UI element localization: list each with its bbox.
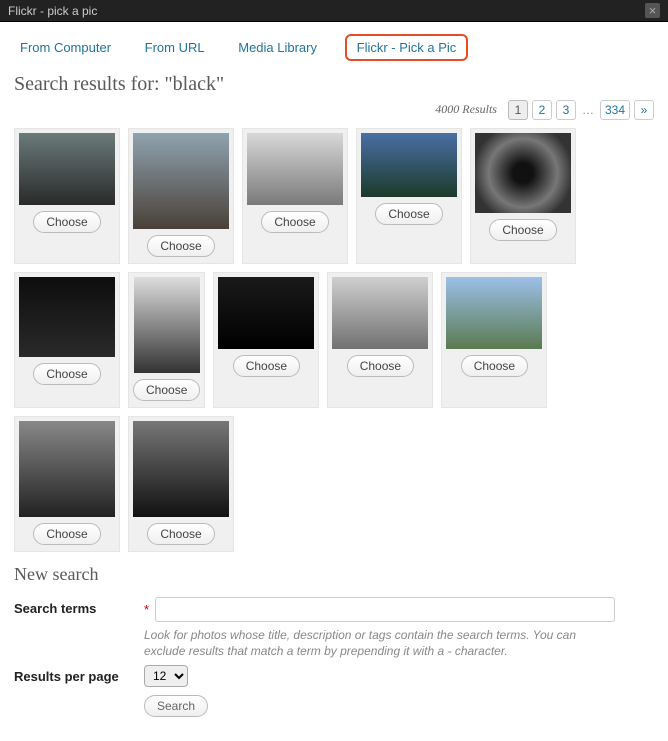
page-last[interactable]: 334: [600, 100, 630, 120]
search-button[interactable]: Search: [144, 695, 208, 717]
results-count: 4000 Results: [435, 102, 497, 116]
close-icon[interactable]: ×: [645, 3, 660, 18]
tab-media-library[interactable]: Media Library: [232, 36, 323, 59]
choose-button[interactable]: Choose: [489, 219, 556, 241]
result-thumbnail[interactable]: [446, 277, 542, 349]
choose-button[interactable]: Choose: [33, 363, 100, 385]
new-search-heading: New search: [14, 564, 654, 585]
result-card: Choose: [128, 416, 234, 552]
results-heading: Search results for: "black": [14, 73, 654, 96]
page-ellipsis: …: [580, 100, 596, 120]
upload-tabs: From Computer From URL Media Library Fli…: [0, 22, 668, 67]
result-card: Choose: [128, 128, 234, 264]
choose-button[interactable]: Choose: [147, 523, 214, 545]
titlebar: Flickr - pick a pic ×: [0, 0, 668, 22]
page-next[interactable]: »: [634, 100, 654, 120]
result-thumbnail[interactable]: [133, 133, 229, 229]
result-thumbnail[interactable]: [247, 133, 343, 205]
choose-button[interactable]: Choose: [375, 203, 442, 225]
result-thumbnail[interactable]: [19, 277, 115, 357]
choose-button[interactable]: Choose: [347, 355, 414, 377]
result-card: Choose: [327, 272, 433, 408]
page-1: 1: [508, 100, 528, 120]
window-title: Flickr - pick a pic: [8, 4, 97, 18]
choose-button[interactable]: Choose: [461, 355, 528, 377]
result-card: Choose: [128, 272, 205, 408]
row-results-per-page: Results per page 12 Search: [14, 665, 654, 717]
search-terms-hint: Look for photos whose title, description…: [144, 627, 614, 659]
choose-button[interactable]: Choose: [147, 235, 214, 257]
content: Search results for: "black" 4000 Results…: [0, 73, 668, 741]
result-card: Choose: [242, 128, 348, 264]
result-thumbnail[interactable]: [19, 421, 115, 517]
result-card: Choose: [14, 128, 120, 264]
required-mark: *: [144, 602, 149, 617]
tab-from-computer[interactable]: From Computer: [14, 36, 117, 59]
tab-from-url[interactable]: From URL: [139, 36, 211, 59]
result-card: Choose: [441, 272, 547, 408]
choose-button[interactable]: Choose: [233, 355, 300, 377]
result-thumbnail[interactable]: [134, 277, 200, 373]
results-per-page-label: Results per page: [14, 665, 144, 684]
results-grid: Choose Choose Choose Choose Choose Choose Choo…: [14, 128, 654, 552]
result-card: Choose: [14, 416, 120, 552]
tab-flickr-pick-a-pic[interactable]: Flickr - Pick a Pic: [345, 34, 469, 61]
choose-button[interactable]: Choose: [133, 379, 200, 401]
result-card: Choose: [213, 272, 319, 408]
result-thumbnail[interactable]: [361, 133, 457, 197]
result-thumbnail[interactable]: [332, 277, 428, 349]
result-thumbnail[interactable]: [133, 421, 229, 517]
row-search-terms: Search terms * Look for photos whose tit…: [14, 597, 654, 659]
result-card: Choose: [470, 128, 576, 264]
page-2[interactable]: 2: [532, 100, 552, 120]
search-terms-input[interactable]: [155, 597, 615, 622]
page-3[interactable]: 3: [556, 100, 576, 120]
search-terms-label: Search terms: [14, 597, 144, 616]
result-thumbnail[interactable]: [19, 133, 115, 205]
result-card: Choose: [356, 128, 462, 264]
results-bar: 4000 Results 1 2 3 … 334 »: [14, 100, 654, 120]
results-per-page-select[interactable]: 12: [144, 665, 188, 687]
result-thumbnail[interactable]: [475, 133, 571, 213]
pagination: 1 2 3 … 334 »: [508, 100, 654, 120]
choose-button[interactable]: Choose: [33, 523, 100, 545]
result-card: Choose: [14, 272, 120, 408]
choose-button[interactable]: Choose: [33, 211, 100, 233]
choose-button[interactable]: Choose: [261, 211, 328, 233]
result-thumbnail[interactable]: [218, 277, 314, 349]
